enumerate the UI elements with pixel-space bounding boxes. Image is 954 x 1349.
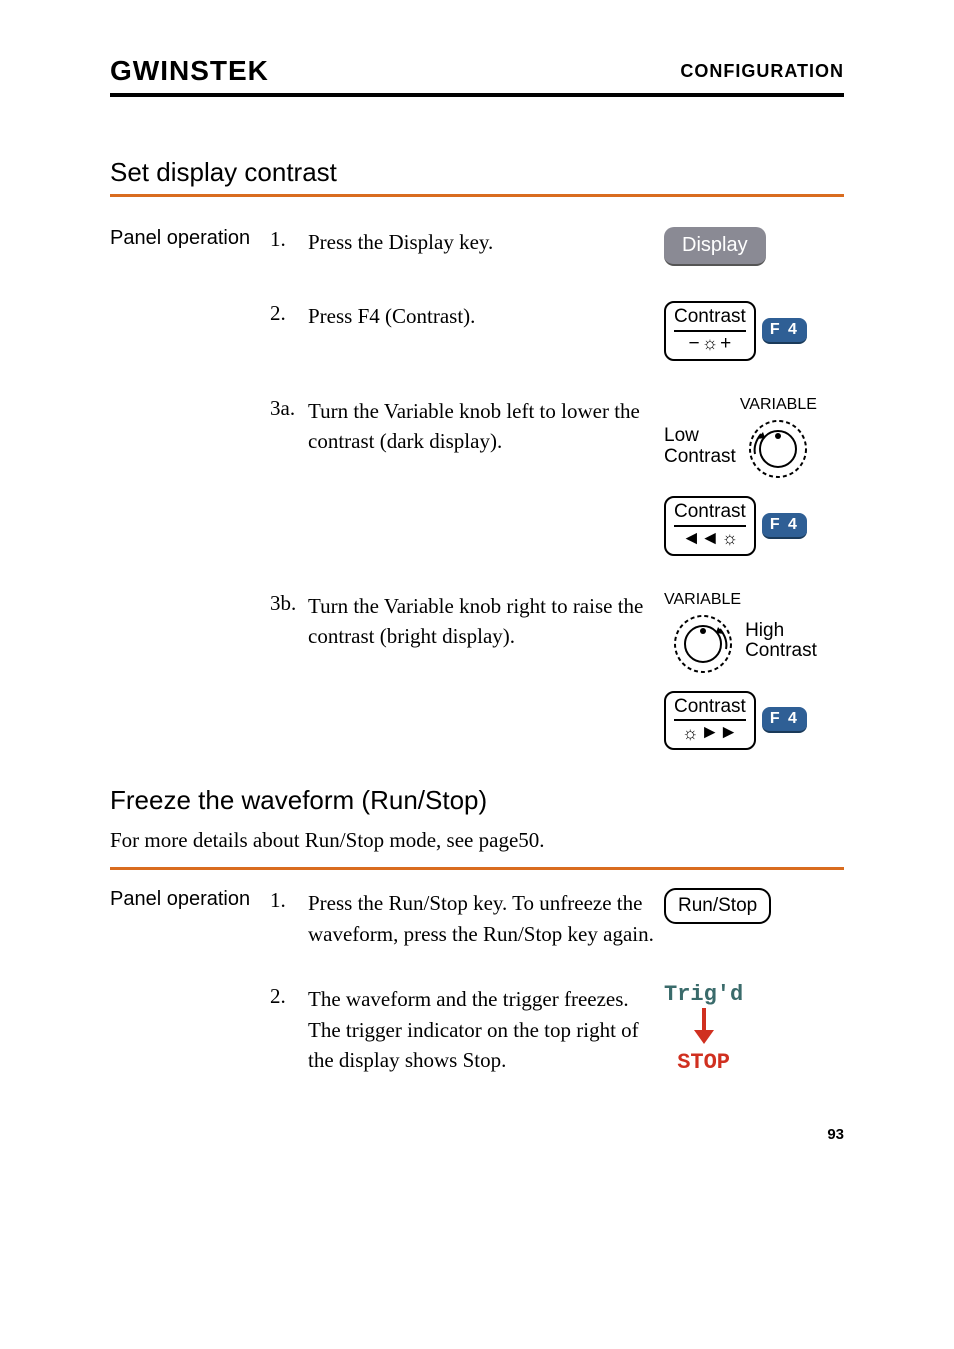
high-label: High bbox=[745, 621, 817, 642]
step-row: Panel operation 1. Press the Display key… bbox=[110, 227, 844, 266]
step-number: 3a. bbox=[270, 396, 308, 421]
f4-key: F 4 bbox=[762, 707, 807, 733]
step-number: 2. bbox=[270, 301, 308, 326]
knob-icon bbox=[743, 414, 813, 484]
step-row: 2. The waveform and the trigger freezes.… bbox=[110, 984, 844, 1075]
high-contrast-label: Contrast bbox=[745, 641, 817, 662]
variable-knob: VARIABLE bbox=[664, 591, 741, 679]
trigger-indicator: Trig'd STOP bbox=[664, 984, 743, 1074]
step-number: 2. bbox=[270, 984, 308, 1009]
contrast-label: Contrast bbox=[674, 502, 746, 523]
variable-knob: VARIABLE bbox=[740, 396, 817, 484]
display-key: Display bbox=[664, 227, 766, 266]
low-contrast-label: Contrast bbox=[664, 447, 736, 468]
contrast-menu-box: Contrast −☼+ F 4 bbox=[664, 301, 807, 361]
f4-key: F 4 bbox=[762, 318, 807, 344]
contrast-symbol-left: ◄◄☼ bbox=[674, 529, 746, 550]
trigd-label: Trig'd bbox=[664, 984, 743, 1006]
step-row: 2. Press F4 (Contrast). Contrast −☼+ F 4 bbox=[110, 301, 844, 361]
arrow-down-icon bbox=[674, 1006, 734, 1046]
contrast-menu-box: Contrast ☼►► F 4 bbox=[664, 691, 807, 751]
brightness-icon: ☼ bbox=[682, 724, 699, 744]
contrast-symbol-right: ☼►► bbox=[674, 723, 746, 744]
step-row: 3a. Turn the Variable knob left to lower… bbox=[110, 396, 844, 556]
brightness-icon: ☼ bbox=[702, 334, 719, 354]
contrast-label: Contrast bbox=[674, 307, 746, 328]
panel-operation-label: Panel operation bbox=[110, 888, 270, 911]
section-title-freeze: Freeze the waveform (Run/Stop) bbox=[110, 785, 844, 822]
logo: GWINSTEK bbox=[110, 55, 269, 87]
runstop-key: Run/Stop bbox=[664, 888, 771, 924]
brightness-icon: ☼ bbox=[721, 529, 738, 549]
step-number: 1. bbox=[270, 227, 308, 252]
contrast-menu-box: Contrast ◄◄☼ F 4 bbox=[664, 496, 807, 556]
variable-label: VARIABLE bbox=[740, 396, 817, 414]
step-row: Panel operation 1. Press the Run/Stop ke… bbox=[110, 888, 844, 949]
low-label: Low bbox=[664, 426, 736, 447]
step-text: Press the Run/Stop key. To unfreeze the … bbox=[308, 888, 664, 949]
f4-key: F 4 bbox=[762, 513, 807, 539]
step-text: The waveform and the trigger freezes. Th… bbox=[308, 984, 664, 1075]
section-label: CONFIGURATION bbox=[680, 61, 844, 82]
step-row: 3b. Turn the Variable knob right to rais… bbox=[110, 591, 844, 751]
step-text: Turn the Variable knob right to raise th… bbox=[308, 591, 664, 652]
panel-operation-label: Panel operation bbox=[110, 227, 270, 250]
contrast-label: Contrast bbox=[674, 697, 746, 718]
stop-label: STOP bbox=[664, 1052, 743, 1074]
contrast-symbol: −☼+ bbox=[674, 334, 746, 355]
variable-label: VARIABLE bbox=[664, 591, 741, 609]
page-header: GWINSTEK CONFIGURATION bbox=[110, 55, 844, 97]
step-number: 3b. bbox=[270, 591, 308, 616]
knob-icon bbox=[668, 609, 738, 679]
step-text: Turn the Variable knob left to lower the… bbox=[308, 396, 664, 457]
section-title-contrast: Set display contrast bbox=[110, 157, 844, 197]
step-text: Press F4 (Contrast). bbox=[308, 301, 664, 331]
page-number: 93 bbox=[110, 1126, 844, 1143]
step-number: 1. bbox=[270, 888, 308, 913]
step-text: Press the Display key. bbox=[308, 227, 664, 257]
section-subtext: For more details about Run/Stop mode, se… bbox=[110, 828, 844, 870]
